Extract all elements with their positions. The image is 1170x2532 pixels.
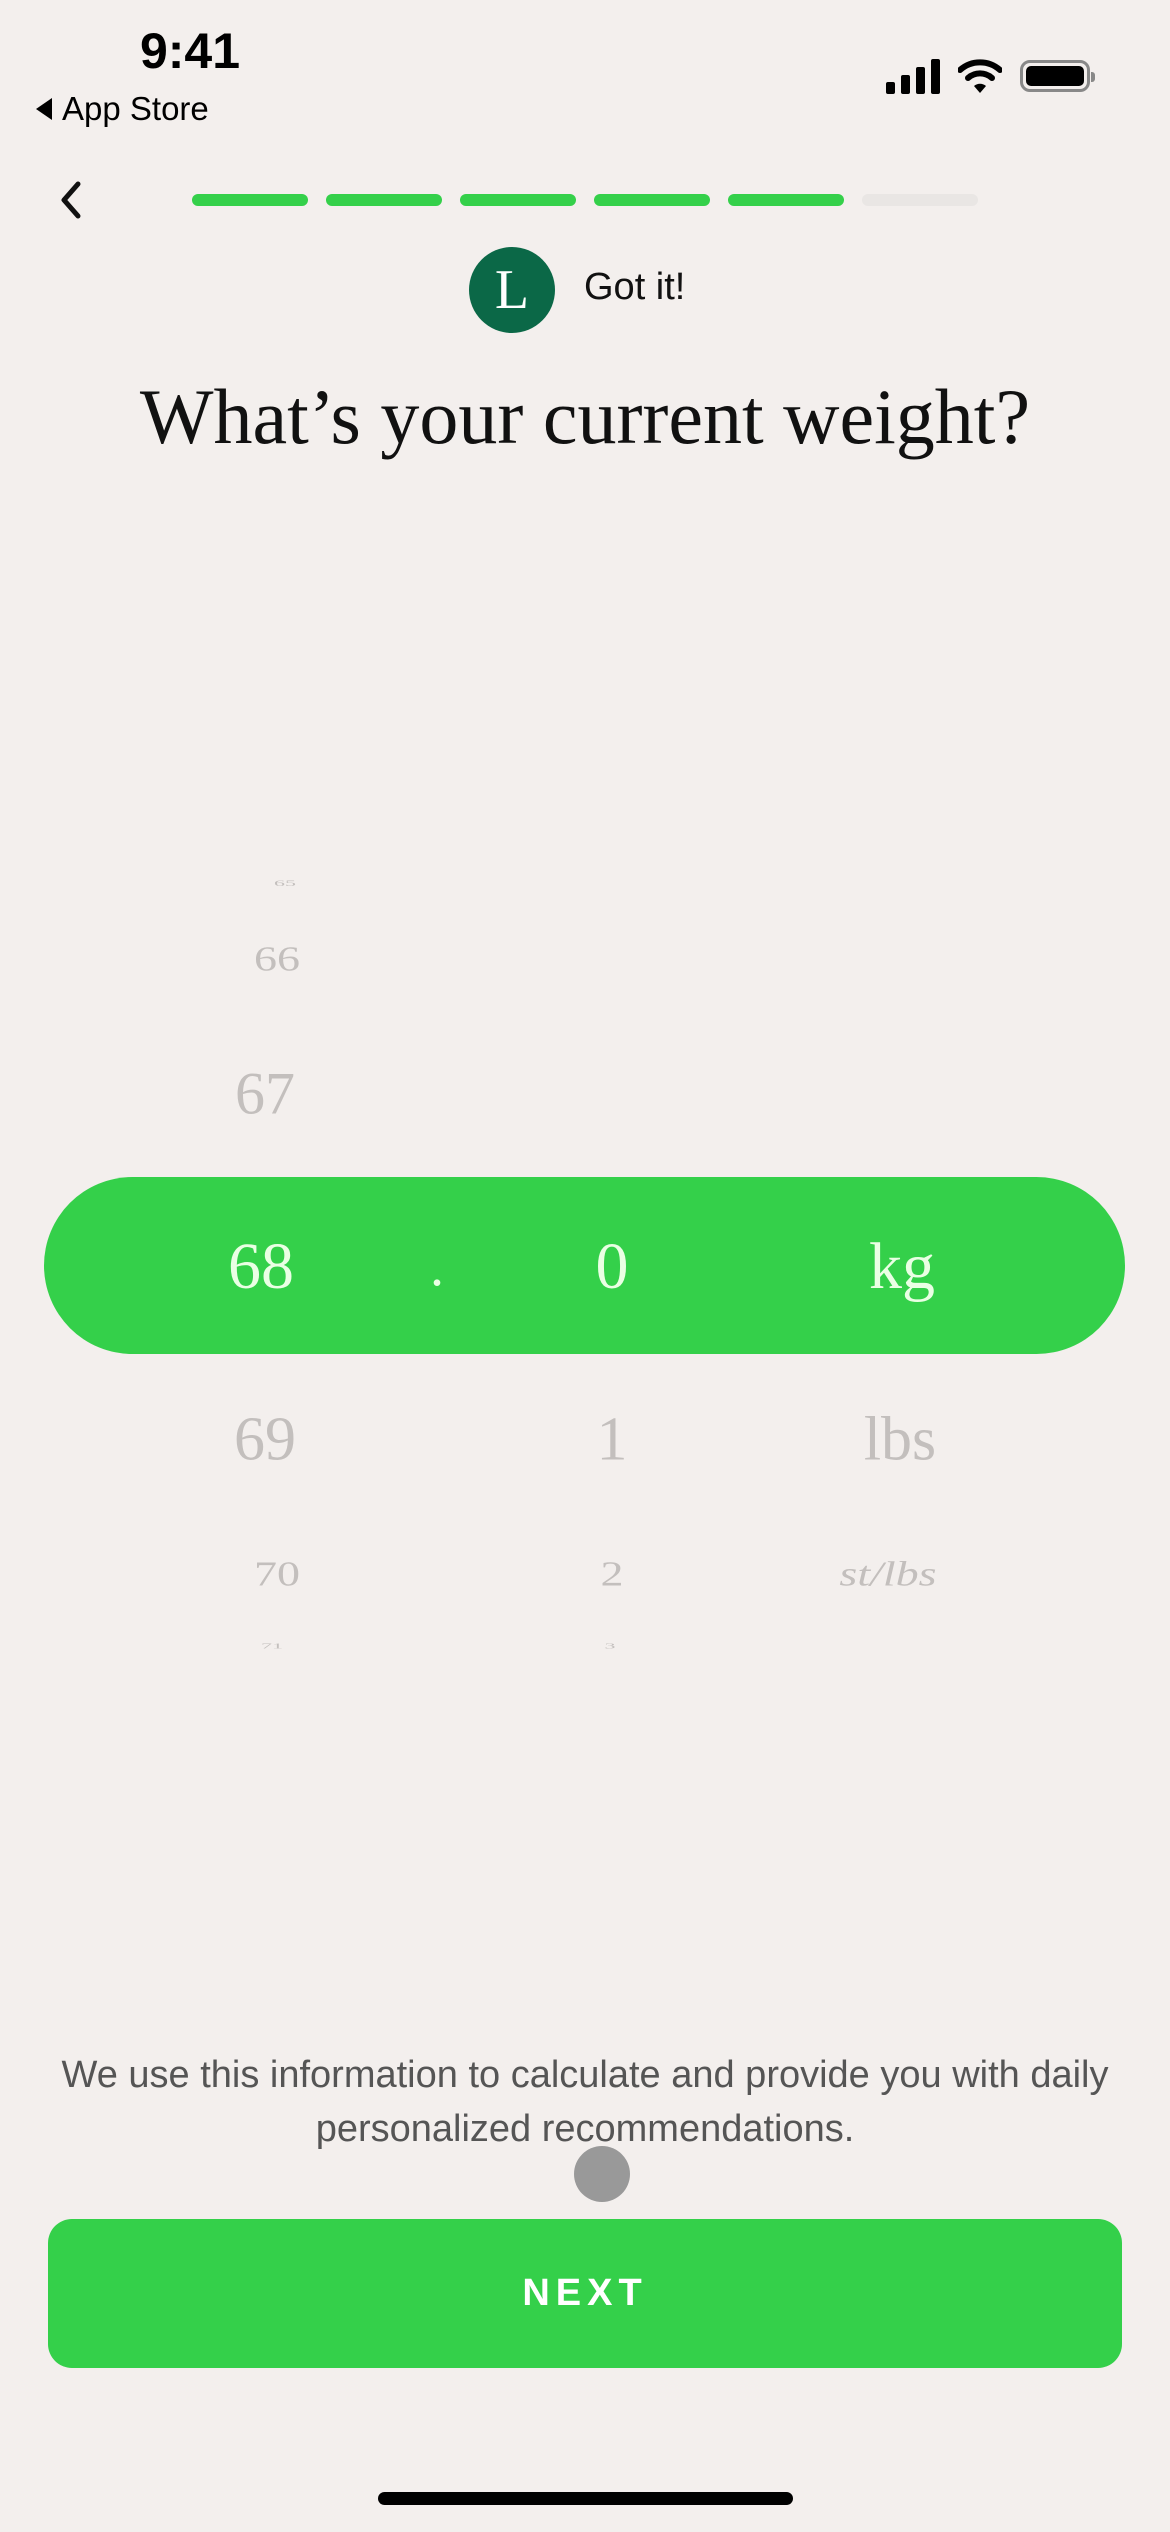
status-icons (886, 58, 1095, 94)
chevron-left-icon[interactable] (52, 178, 92, 222)
cellular-signal-icon (886, 58, 940, 94)
picker-decimal-option[interactable]: 3 (605, 1641, 616, 1650)
picker-integer-option[interactable]: 67 (235, 1060, 295, 1129)
picker-integer-option[interactable]: 66 (254, 939, 300, 979)
next-button[interactable]: NEXT (48, 2219, 1122, 2368)
picker-unit-option[interactable]: st/lbs (839, 1554, 936, 1594)
progress-segment-complete (326, 194, 442, 206)
page-title: What’s your current weight? (139, 373, 1031, 460)
picker-integer-option[interactable]: 70 (254, 1554, 300, 1594)
coach-message: Got it! (584, 266, 686, 308)
picker-selection-highlight (44, 1177, 1125, 1354)
progress-segment-pending (862, 194, 978, 206)
wifi-icon (958, 59, 1002, 93)
progress-segment-complete (460, 194, 576, 206)
picker-unit-selected[interactable]: kg (869, 1229, 935, 1305)
picker-decimal-option[interactable]: 1 (597, 1405, 628, 1476)
picker-integer-option[interactable]: 65 (274, 878, 296, 888)
battery-icon (1020, 60, 1095, 92)
picker-decimal-option[interactable]: 2 (601, 1554, 624, 1594)
back-app-label: App Store (62, 90, 209, 127)
progress-segment-complete (728, 194, 844, 206)
back-to-app-store-link[interactable]: App Store (36, 90, 209, 128)
picker-decimal-separator: . (430, 1236, 444, 1298)
picker-decimal-selected[interactable]: 0 (596, 1229, 629, 1305)
status-time: 9:41 (139, 23, 241, 79)
home-indicator[interactable] (378, 2492, 793, 2505)
picker-integer-option[interactable]: 69 (234, 1405, 296, 1476)
disclaimer-text: We use this information to calculate and… (61, 2054, 1109, 2150)
picker-integer-selected[interactable]: 68 (228, 1229, 294, 1305)
picker-unit-option[interactable]: lbs (864, 1405, 936, 1476)
back-triangle-icon (36, 98, 52, 120)
picker-integer-option[interactable]: 71 (261, 1641, 283, 1650)
touch-indicator (574, 2146, 630, 2202)
progress-segment-complete (594, 194, 710, 206)
progress-segment-complete (192, 194, 308, 206)
coach-avatar: L (469, 247, 555, 333)
